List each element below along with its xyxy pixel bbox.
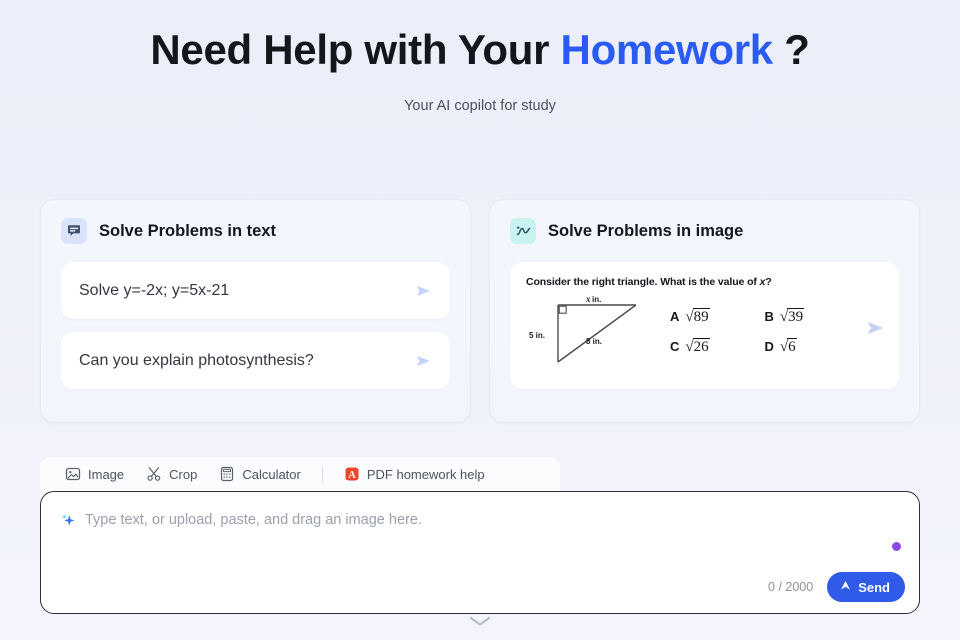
card-header-image: Solve Problems in image (510, 218, 899, 244)
toolbar-label-image: Image (88, 466, 125, 482)
toolbar-label-calculator: Calculator (242, 466, 301, 482)
prompt-text-2: Can you explain photosynthesis? (79, 351, 314, 369)
choice-b-value: √39 (779, 308, 805, 325)
message-input-placeholder: Type text, or upload, paste, and drag an… (85, 512, 422, 528)
chat-text-icon (61, 218, 87, 244)
placeholder-row: Type text, or upload, paste, and drag an… (41, 492, 919, 528)
prompt-send-icon[interactable] (414, 353, 434, 369)
card-solve-in-text: Solve Problems in text Solve y=-2x; y=5x… (40, 199, 471, 423)
problem-question-pre: Consider the right triangle. What is the… (526, 276, 760, 288)
problem-body: Consider the right triangle. What is the… (526, 276, 859, 377)
toolbar-item-pdf-homework-help[interactable]: A PDF homework help (333, 462, 496, 486)
function-curve-icon (510, 218, 536, 244)
chevron-down-icon[interactable] (467, 614, 493, 632)
choice-a-value: √89 (685, 308, 710, 325)
sparkle-icon (59, 512, 75, 528)
choice-b-letter: B (764, 309, 774, 324)
prompt-suggestion-1[interactable]: Solve y=-2x; y=5x-21 (61, 262, 450, 319)
pdf-icon: A (344, 466, 360, 482)
problem-send-icon[interactable] (865, 319, 885, 335)
choice-d-letter: D (764, 339, 774, 354)
choice-a-letter: A (670, 309, 680, 324)
choice-d[interactable]: D √6 (764, 338, 860, 356)
card-solve-in-image: Solve Problems in image Consider the rig… (489, 199, 920, 423)
toolbar-item-calculator[interactable]: Calculator (208, 462, 312, 486)
prompt-send-icon[interactable] (414, 283, 434, 299)
toolbar-label-crop: Crop (169, 466, 198, 482)
card-header-text: Solve Problems in text (61, 218, 450, 244)
choice-c[interactable]: C √26 (670, 338, 765, 356)
svg-text:A: A (348, 470, 356, 481)
choice-a[interactable]: A √89 (670, 308, 765, 326)
choice-c-letter: C (670, 339, 680, 354)
feature-cards: Solve Problems in text Solve y=-2x; y=5x… (40, 199, 920, 423)
toolbar-item-crop[interactable]: Crop (135, 462, 208, 486)
page-title-part1: Need Help with Your (150, 26, 561, 73)
svg-text:5 in.: 5 in. (529, 331, 545, 340)
answer-choices: A √89 B √39 C √26 D √6 (656, 308, 860, 360)
send-button[interactable]: Send (827, 572, 905, 602)
prompt-suggestion-2[interactable]: Can you explain photosynthesis? (61, 332, 450, 389)
message-input-box[interactable]: Type text, or upload, paste, and drag an… (40, 491, 920, 614)
scissors-icon (146, 466, 162, 482)
problem-preview[interactable]: Consider the right triangle. What is the… (510, 262, 899, 389)
choice-d-value: √6 (779, 338, 797, 355)
toolbar-item-image[interactable]: Image (54, 462, 135, 486)
problem-content: x in. 5 in. 8 in. A √89 B √39 C √26 D √6 (526, 292, 859, 377)
svg-text:in.: in. (592, 295, 601, 304)
image-icon (65, 466, 81, 482)
card-title-text: Solve Problems in text (99, 221, 276, 240)
send-arrow-up-icon (839, 579, 852, 595)
calculator-icon (219, 466, 235, 482)
svg-text:8 in.: 8 in. (586, 337, 602, 346)
send-button-label: Send (858, 579, 890, 595)
composer: Image Crop Calculator A PDF homework hel… (40, 457, 920, 614)
choice-b[interactable]: B √39 (764, 308, 860, 326)
page-subtitle: Your AI copilot for study (404, 98, 556, 115)
toolbar-label-pdf: PDF homework help (366, 466, 485, 482)
problem-question-post: ? (765, 276, 772, 288)
svg-text:x: x (585, 294, 591, 304)
hero-section: Need Help with Your Homework ? Your AI c… (0, 0, 960, 114)
composer-footer: 0 / 2000 Send (768, 572, 905, 602)
status-dot (892, 542, 901, 551)
prompt-text-1: Solve y=-2x; y=5x-21 (79, 281, 230, 299)
card-title-image: Solve Problems in image (548, 221, 744, 240)
character-counter: 0 / 2000 (768, 580, 814, 594)
scroll-down-affordance[interactable] (0, 614, 960, 632)
page-title-accent: Homework (560, 26, 774, 73)
triangle-figure: x in. 5 in. 8 in. (526, 292, 656, 377)
problem-question: Consider the right triangle. What is the… (526, 276, 859, 288)
page-title-part2: ? (772, 26, 810, 73)
page-title: Need Help with Your Homework ? (0, 26, 960, 74)
choice-c-value: √26 (685, 338, 710, 355)
toolbar-divider (321, 465, 323, 483)
